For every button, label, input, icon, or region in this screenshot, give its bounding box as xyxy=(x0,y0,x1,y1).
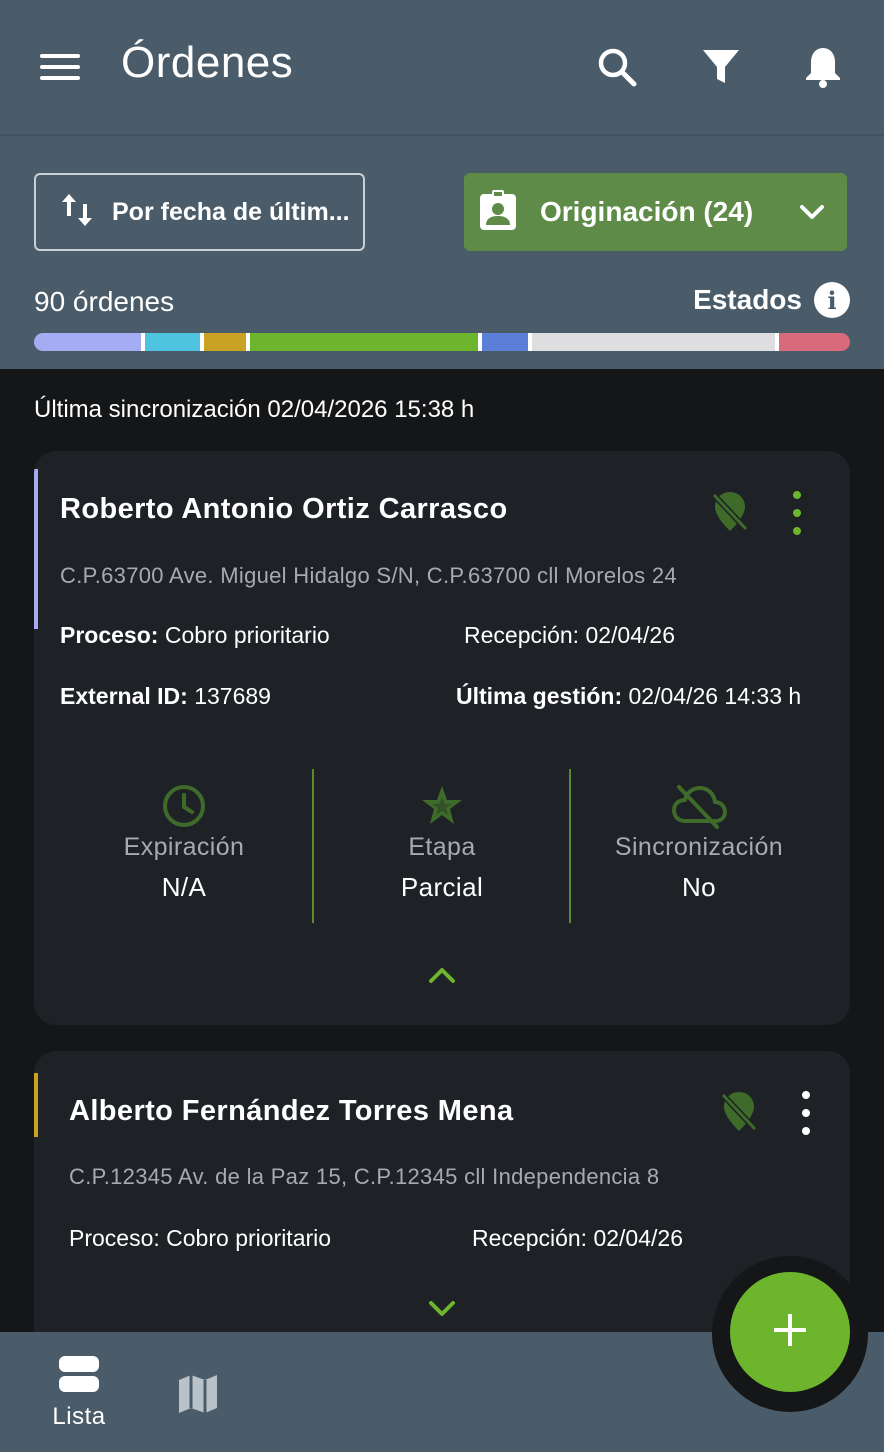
plus-icon xyxy=(772,1312,808,1353)
chevron-down-icon xyxy=(797,197,827,232)
chevron-up-icon[interactable] xyxy=(427,963,457,992)
location-off-icon[interactable] xyxy=(717,1089,761,1133)
cloud-off-icon xyxy=(574,781,824,831)
status-segment xyxy=(778,333,850,351)
status-segment xyxy=(204,333,246,351)
stage-stat: Etapa Parcial xyxy=(317,781,567,903)
more-options-icon[interactable] xyxy=(790,491,804,535)
status-segment xyxy=(481,333,528,351)
swap-vert-icon xyxy=(60,192,94,233)
reception-field: Recepción: 02/04/26 xyxy=(472,1225,683,1251)
last-sync-label: Última sincronización 02/04/2026 15:38 h xyxy=(34,396,475,423)
external-id-field: External ID: 137689 xyxy=(60,683,271,709)
divider xyxy=(312,769,314,923)
filters-panel: Por fecha de últim... Originación (24) 9… xyxy=(0,134,884,369)
client-address: C.P.63700 Ave. Miguel Hidalgo S/N, C.P.6… xyxy=(60,563,677,588)
clock-icon xyxy=(59,781,309,831)
process-field: Proceso: Cobro prioritario xyxy=(60,622,330,648)
stat-value: Parcial xyxy=(400,872,484,902)
search-icon[interactable] xyxy=(592,42,642,92)
add-order-button[interactable] xyxy=(730,1272,850,1392)
more-options-icon[interactable] xyxy=(799,1091,813,1135)
menu-icon[interactable] xyxy=(34,44,86,90)
estados-legend-button[interactable]: Estados i xyxy=(693,282,850,318)
status-accent xyxy=(34,1073,38,1137)
orders-count: 90 órdenes xyxy=(34,286,175,317)
star-icon xyxy=(317,781,567,831)
process-field: Proceso: Cobro prioritario xyxy=(69,1225,332,1251)
stat-value: No xyxy=(681,872,717,902)
status-segment xyxy=(34,333,141,351)
stat-value: N/A xyxy=(161,872,207,902)
status-distribution-bar[interactable] xyxy=(34,333,850,351)
estados-label: Estados xyxy=(693,284,802,315)
origination-dropdown[interactable]: Originación (24) xyxy=(464,173,847,251)
bell-icon[interactable] xyxy=(798,42,848,92)
client-name: Roberto Antonio Ortiz Carrasco xyxy=(60,493,508,525)
stat-label: Sincronización xyxy=(614,833,784,861)
reception-field: Recepción: 02/04/26 xyxy=(464,622,675,648)
map-icon[interactable] xyxy=(176,1372,220,1421)
status-segment xyxy=(144,333,201,351)
origination-label: Originación (24) xyxy=(540,196,754,227)
status-accent xyxy=(34,469,38,629)
last-management-field: Última gestión: 02/04/26 14:33 h xyxy=(456,683,802,709)
stat-label: Etapa xyxy=(408,833,476,861)
sort-button[interactable]: Por fecha de últim... xyxy=(34,173,365,251)
app-bar: Órdenes xyxy=(0,0,884,134)
chevron-down-icon[interactable] xyxy=(427,1297,457,1326)
status-segment xyxy=(531,333,775,351)
page-title: Órdenes xyxy=(121,38,294,87)
expiration-stat: Expiración N/A xyxy=(59,781,309,903)
nav-lista-label: Lista xyxy=(52,1403,106,1430)
sync-stat: Sincronización No xyxy=(574,781,824,903)
location-off-icon[interactable] xyxy=(708,489,752,533)
divider xyxy=(569,769,571,923)
client-address: C.P.12345 Av. de la Paz 15, C.P.12345 cl… xyxy=(69,1164,660,1189)
contact-badge-icon xyxy=(478,188,518,237)
list-icon xyxy=(38,1354,120,1399)
filter-icon[interactable] xyxy=(696,42,746,92)
info-icon[interactable]: i xyxy=(814,282,850,318)
status-segment xyxy=(249,333,478,351)
client-name: Alberto Fernández Torres Mena xyxy=(69,1095,514,1127)
order-card[interactable]: Roberto Antonio Ortiz Carrasco C.P.63700… xyxy=(34,451,850,1025)
sort-label: Por fecha de últim... xyxy=(112,197,350,226)
nav-lista[interactable]: Lista xyxy=(38,1354,120,1431)
stat-label: Expiración xyxy=(123,833,245,861)
